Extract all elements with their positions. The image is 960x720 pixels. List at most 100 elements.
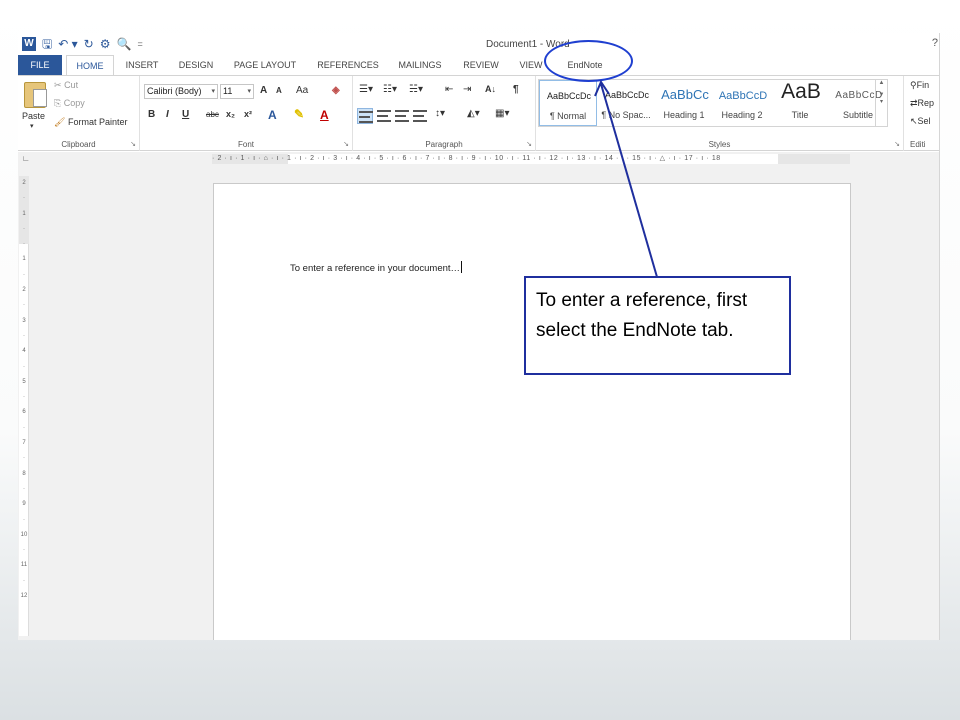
increase-indent-icon[interactable]: ⇥ (463, 84, 471, 95)
document-body-text[interactable]: To enter a reference in your document… (290, 261, 463, 274)
vertical-ruler[interactable]: 2 · 1 · · 1 · 2 · 3 · 4 · 5 · 6 · 7 · 8 · 9 · 10 · 11 · 12 (19, 176, 29, 636)
styles-scrollbar[interactable]: ▲ ▼ ▾ (875, 80, 887, 126)
style-preview: AaBbCcD (718, 90, 768, 102)
align-left-icon (359, 111, 373, 123)
paragraph-group: ☰▾ ☷▾ ☵▾ ⇤ ⇥ A↓ ¶ ↕▾ ◭▾ ▦▾ Paragraph ↘ (353, 76, 536, 151)
paragraph-launcher-icon[interactable]: ↘ (526, 140, 532, 148)
replace-label: Rep (917, 98, 935, 108)
find-button[interactable]: ⚲Fin (910, 80, 929, 91)
line-spacing-icon[interactable]: ↕▾ (435, 108, 445, 119)
font-size-select[interactable]: 11 ▾ (220, 84, 254, 99)
numbering-icon[interactable]: ☷▾ (383, 84, 397, 95)
shrink-font-button[interactable]: A (276, 86, 282, 95)
horizontal-ruler[interactable]: · 2 · ı · 1 · ı · ⌂ · ı · 1 · ı · 2 · ı … (212, 154, 850, 164)
chevron-down-icon: ▾ (247, 88, 251, 95)
copy-button[interactable]: ⎘ Copy (54, 98, 85, 109)
select-button[interactable]: ↖Sel (910, 116, 931, 127)
style-normal[interactable]: AaBbCcDc ¶ Normal (539, 80, 597, 126)
highlighter-icon[interactable]: ✎ (294, 107, 304, 121)
document-page[interactable]: To enter a reference in your document… (213, 183, 851, 640)
change-case-button[interactable]: Aa (296, 85, 308, 96)
style-preview: AaBbCcDc (604, 90, 649, 100)
tab-design[interactable]: DESIGN (172, 55, 220, 75)
align-center-icon[interactable] (377, 110, 391, 122)
chevron-down-icon: ▾ (211, 88, 215, 95)
help-button[interactable]: ? (932, 37, 938, 49)
borders-icon[interactable]: ▦▾ (495, 108, 509, 119)
style-heading-1[interactable]: AaBbCc Heading 1 (655, 80, 713, 126)
vertical-ruler-mark: 6 (22, 409, 26, 416)
align-right-icon[interactable] (395, 110, 409, 122)
multilevel-list-icon[interactable]: ☵▾ (409, 84, 423, 95)
format-painter-button[interactable]: 🖌 Format Painter (54, 117, 127, 128)
tab-review[interactable]: REVIEW (458, 55, 504, 75)
paintbrush-icon: 🖌 (54, 117, 66, 127)
style-no-spacing[interactable]: AaBbCcDc ¶ No Spac... (597, 80, 655, 126)
vertical-ruler-mark: 2 (22, 287, 26, 294)
clipboard-launcher-icon[interactable]: ↘ (130, 140, 136, 148)
vertical-ruler-mark: · (23, 424, 25, 431)
tab-home[interactable]: HOME (66, 55, 114, 75)
print-preview-icon[interactable]: 🔍 (116, 36, 131, 52)
subscript-button[interactable]: x₂ (226, 109, 235, 119)
ruler-numbers: · 2 · ı · 1 · ı · ⌂ · ı · 1 · ı · 2 · ı … (212, 155, 721, 162)
underline-button[interactable]: U (182, 109, 189, 120)
decrease-indent-icon[interactable]: ⇤ (445, 84, 453, 95)
clear-formatting-icon[interactable]: ◈ (332, 85, 340, 96)
vertical-ruler-mark: 1 (22, 256, 26, 263)
superscript-button[interactable]: x² (244, 109, 252, 119)
vertical-ruler-mark: · (23, 271, 25, 278)
styles-launcher-icon[interactable]: ↘ (894, 140, 900, 148)
editing-group: ⚲Fin ⇄Rep ↖Sel Editi (904, 76, 939, 151)
font-name-select[interactable]: Calibri (Body) ▾ (144, 84, 218, 99)
show-marks-button[interactable]: ¶ (513, 84, 519, 95)
style-heading-2[interactable]: AaBbCcD Heading 2 (713, 80, 771, 126)
vertical-ruler-mark: · (23, 241, 25, 248)
shading-icon[interactable]: ◭▾ (467, 108, 480, 119)
redo-icon[interactable]: ↻ (84, 36, 94, 52)
qat-more-icon[interactable]: = (137, 36, 142, 52)
vertical-ruler-mark: 3 (22, 317, 26, 324)
style-preview: AaB (781, 80, 821, 103)
tab-insert[interactable]: INSERT (120, 55, 164, 75)
grow-font-button[interactable]: A (260, 85, 267, 96)
bullets-icon[interactable]: ☰▾ (359, 84, 373, 95)
style-title[interactable]: AaB Title (771, 80, 829, 126)
vertical-ruler-mark: · (23, 577, 25, 584)
sort-button[interactable]: A↓ (485, 84, 496, 94)
vertical-ruler-mark: · (23, 455, 25, 462)
styles-group-label: Styles (708, 140, 731, 149)
justify-icon[interactable] (413, 110, 427, 122)
paste-icon[interactable] (24, 82, 47, 108)
style-name: ¶ No Spac... (601, 110, 651, 120)
text-effects-button[interactable]: A (268, 108, 277, 122)
tab-references[interactable]: REFERENCES (314, 55, 382, 75)
replace-button[interactable]: ⇄Rep (910, 98, 934, 109)
align-left-button[interactable] (357, 108, 373, 124)
tab-file[interactable]: FILE (18, 55, 62, 75)
vertical-ruler-mark: · (23, 485, 25, 492)
customize-icon[interactable]: ⚙ (100, 36, 111, 52)
strikethrough-button[interactable]: abc (206, 110, 219, 119)
undo-icon[interactable]: ↶ ▾ (58, 36, 77, 52)
bold-button[interactable]: B (148, 109, 155, 120)
vertical-ruler-mark: 12 (20, 593, 28, 600)
font-launcher-icon[interactable]: ↘ (343, 140, 349, 148)
tab-page-layout[interactable]: PAGE LAYOUT (228, 55, 302, 75)
paste-dropdown-icon[interactable]: ▾ (30, 122, 34, 130)
style-name: Heading 1 (663, 110, 705, 120)
document-text: To enter a reference in your document… (290, 263, 461, 274)
italic-button[interactable]: I (166, 109, 169, 120)
tab-view[interactable]: VIEW (514, 55, 548, 75)
text-cursor (461, 261, 463, 273)
paste-button[interactable]: Paste (22, 111, 45, 121)
save-icon[interactable]: 🖫 (42, 36, 52, 52)
font-group: Calibri (Body) ▾ 11 ▾ A A Aa ◈ B I U abc x… (140, 76, 353, 151)
word-window: W 🖫 ↶ ▾ ↻ ⚙ 🔍 = Document1 - Word ? FILE … (18, 33, 940, 640)
tab-mailings[interactable]: MAILINGS (392, 55, 448, 75)
vertical-ruler-mark: · (23, 394, 25, 401)
format-painter-label: Format Painter (67, 117, 128, 127)
cut-button[interactable]: ✂ Cut (54, 80, 78, 91)
tab-selector-icon[interactable]: ∟ (22, 154, 30, 163)
font-color-button[interactable]: A (320, 108, 329, 122)
